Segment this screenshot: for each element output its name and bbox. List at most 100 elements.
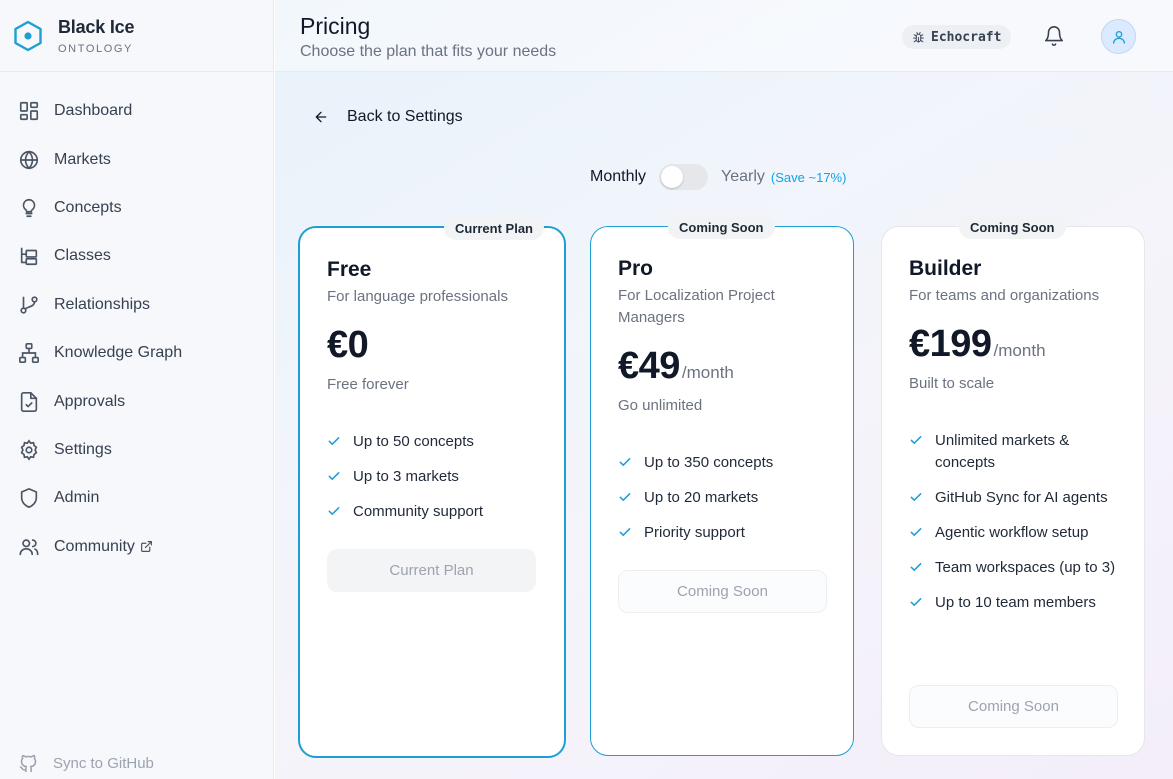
check-icon [910, 436, 922, 444]
workspace-name: Echocraft [931, 29, 1002, 45]
feature-item: Community support [327, 501, 483, 523]
coming-soon-button[interactable]: Coming Soon [909, 685, 1118, 728]
check-icon [619, 528, 631, 536]
arrow-left-icon [315, 111, 327, 123]
feature-item: Up to 3 markets [327, 466, 483, 488]
sidebar-item-approvals[interactable]: Approvals [0, 377, 273, 425]
sync-to-github-button[interactable]: Sync to GitHub [18, 753, 154, 774]
price-period: /month [993, 341, 1046, 360]
git-branch-icon [18, 294, 40, 316]
sidebar-item-label: Admin [54, 489, 100, 507]
brand-subtitle: ONTOLOGY [58, 42, 133, 55]
check-icon [910, 493, 922, 501]
back-label: Back to Settings [347, 108, 463, 125]
feature-item: Up to 20 markets [618, 487, 773, 509]
gear-icon [18, 439, 40, 461]
feature-item: Up to 350 concepts [618, 452, 773, 474]
sidebar-item-label: Settings [54, 440, 112, 458]
feature-list: Unlimited markets & concepts GitHub Sync… [909, 430, 1124, 627]
classes-tree-icon [18, 245, 40, 267]
feature-label: Community support [353, 503, 484, 520]
check-icon [328, 437, 340, 445]
sidebar-item-knowledge-graph[interactable]: Knowledge Graph [0, 329, 273, 377]
github-icon [19, 754, 37, 773]
feature-list: Up to 50 concepts Up to 3 markets Commun… [327, 431, 483, 536]
sidebar-item-community[interactable]: Community [0, 523, 273, 571]
plan-price: €199 [909, 323, 992, 365]
brand-title: Black Ice [58, 16, 135, 37]
feature-label: Up to 350 concepts [644, 454, 774, 471]
lightbulb-icon [18, 197, 40, 219]
bell-icon[interactable] [1043, 25, 1065, 47]
plan-card-pro: Coming Soon Pro For Localization Project… [590, 215, 854, 756]
plan-tagline: Free forever [327, 376, 409, 393]
feature-list: Up to 350 concepts Up to 20 markets Prio… [618, 452, 773, 557]
feature-label: Up to 10 team members [935, 594, 1096, 611]
brand[interactable]: Black Ice ONTOLOGY [0, 0, 273, 72]
check-icon [619, 493, 631, 501]
feature-item: Up to 50 concepts [327, 431, 483, 453]
plan-name: Builder [909, 257, 982, 280]
price: €199 /month [909, 323, 1046, 366]
sidebar-item-label: Relationships [54, 295, 151, 313]
sidebar-item-label: Markets [54, 150, 111, 168]
main-content: Pricing Choose the plan that fits your n… [275, 0, 1173, 779]
sidebar-item-label: Knowledge Graph [54, 344, 183, 362]
page-title: Pricing [300, 13, 371, 39]
price: €49 /month [618, 345, 734, 388]
network-icon [18, 342, 40, 364]
sidebar-item-markets[interactable]: Markets [0, 135, 273, 183]
coming-soon-badge: Coming Soon [668, 215, 775, 239]
sidebar-item-concepts[interactable]: Concepts [0, 184, 273, 232]
sidebar-item-label: Dashboard [54, 102, 133, 120]
sidebar-item-classes[interactable]: Classes [0, 232, 273, 280]
external-link-icon [140, 541, 152, 553]
feature-label: GitHub Sync for AI agents [935, 489, 1108, 506]
billing-period-toggle[interactable] [659, 164, 709, 190]
hexagon-logo-icon [14, 20, 42, 51]
sidebar-item-admin[interactable]: Admin [0, 474, 273, 522]
plan-description: For language professionals [327, 288, 508, 305]
feature-item: GitHub Sync for AI agents [909, 487, 1124, 509]
feature-label: Unlimited markets & concepts [935, 432, 1070, 471]
sidebar-item-settings[interactable]: Settings [0, 426, 273, 474]
feature-item: Priority support [618, 522, 773, 544]
plan-price: €49 [618, 345, 680, 387]
plan-price: €0 [327, 324, 369, 366]
user-icon [1112, 30, 1125, 44]
check-icon [910, 598, 922, 606]
billing-toggle-row: Monthly Yearly (Save ~17%) [590, 164, 846, 190]
feature-label: Up to 50 concepts [353, 433, 474, 450]
plan-card-builder: Coming Soon Builder For teams and organi… [881, 215, 1145, 756]
sync-label: Sync to GitHub [53, 755, 154, 772]
feature-item: Team workspaces (up to 3) [909, 557, 1124, 579]
feature-label: Team workspaces (up to 3) [935, 559, 1116, 576]
page-subtitle: Choose the plan that fits your needs [300, 43, 557, 60]
shield-icon [18, 487, 40, 509]
check-icon [328, 472, 340, 480]
feature-label: Agentic workflow setup [935, 524, 1089, 541]
plan-name: Pro [618, 257, 654, 280]
file-check-icon [18, 391, 40, 413]
price: €0 [327, 324, 369, 367]
plan-description: For Localization Project Managers [618, 287, 775, 326]
monthly-label: Monthly [590, 168, 647, 185]
avatar[interactable] [1101, 19, 1136, 54]
sidebar-item-relationships[interactable]: Relationships [0, 281, 273, 329]
sidebar-item-label: Concepts [54, 198, 122, 216]
coming-soon-badge: Coming Soon [959, 215, 1066, 239]
workspace-switcher[interactable]: Echocraft [902, 25, 1012, 49]
dashboard-icon [18, 100, 40, 122]
yearly-savings-note: (Save ~17%) [770, 169, 847, 185]
sidebar: Black Ice ONTOLOGY Dashboard Markets Con… [0, 0, 274, 779]
feature-item: Agentic workflow setup [909, 522, 1124, 544]
check-icon [328, 507, 340, 515]
current-plan-button[interactable]: Current Plan [327, 549, 536, 592]
sidebar-item-dashboard[interactable]: Dashboard [0, 87, 273, 135]
check-icon [910, 528, 922, 536]
back-to-settings-link[interactable]: Back to Settings [313, 108, 463, 126]
feature-item: Up to 10 team members [909, 592, 1124, 614]
coming-soon-button[interactable]: Coming Soon [618, 570, 827, 613]
current-plan-badge: Current Plan [443, 216, 544, 240]
plan-name: Free [327, 258, 372, 281]
